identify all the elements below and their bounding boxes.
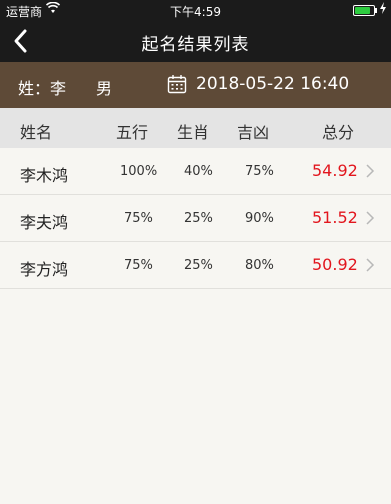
row-jixiong: 80% (245, 258, 274, 273)
row-wuxing: 75% (124, 211, 153, 226)
header-name: 姓名 (20, 123, 53, 142)
row-score: 50.92 (312, 255, 358, 274)
status-time: 下午4:59 (170, 5, 221, 19)
table-row[interactable]: 李夫鸿 75% 25% 90% 51.52 (0, 195, 391, 242)
header-jixiong: 吉凶 (237, 123, 270, 142)
chevron-right-icon (366, 258, 375, 272)
row-divider (0, 288, 391, 289)
row-wuxing: 100% (120, 164, 158, 179)
battery-fill (355, 7, 371, 14)
row-shengxiao: 25% (184, 211, 213, 226)
datetime-value[interactable]: 2018-05-22 16:40 (196, 74, 349, 94)
gender-label: 男 (96, 79, 113, 98)
header-shengxiao: 生肖 (177, 123, 210, 142)
chevron-right-icon (366, 211, 375, 225)
header-score: 总分 (322, 123, 355, 142)
table-header: 姓名 五行 生肖 吉凶 总分 (0, 108, 391, 148)
table-row[interactable]: 李方鸿 75% 25% 80% 50.92 (0, 242, 391, 289)
status-bar: 运营商 下午4:59 (0, 0, 391, 20)
battery-icon (353, 5, 377, 16)
row-name: 李方鸿 (20, 260, 69, 279)
battery-cap (375, 8, 377, 13)
row-jixiong: 75% (245, 164, 274, 179)
nav-bar: 起名结果列表 (0, 20, 391, 62)
surname-label: 姓：李 (18, 79, 67, 98)
charging-bolt-icon (380, 2, 386, 14)
table-row[interactable]: 李木鸿 100% 40% 75% 54.92 (0, 148, 391, 195)
row-shengxiao: 25% (184, 258, 213, 273)
row-wuxing: 75% (124, 258, 153, 273)
header-wuxing: 五行 (116, 123, 149, 142)
row-name: 李夫鸿 (20, 213, 69, 232)
chevron-right-icon (366, 164, 375, 178)
calendar-icon[interactable] (167, 74, 187, 94)
row-name: 李木鸿 (20, 166, 69, 185)
page-title: 起名结果列表 (141, 35, 250, 55)
row-shengxiao: 40% (184, 164, 213, 179)
info-bar: 姓：李 男 2018-05-22 16:40 (0, 62, 391, 108)
row-jixiong: 90% (245, 211, 274, 226)
row-score: 54.92 (312, 161, 358, 180)
row-score: 51.52 (312, 208, 358, 227)
